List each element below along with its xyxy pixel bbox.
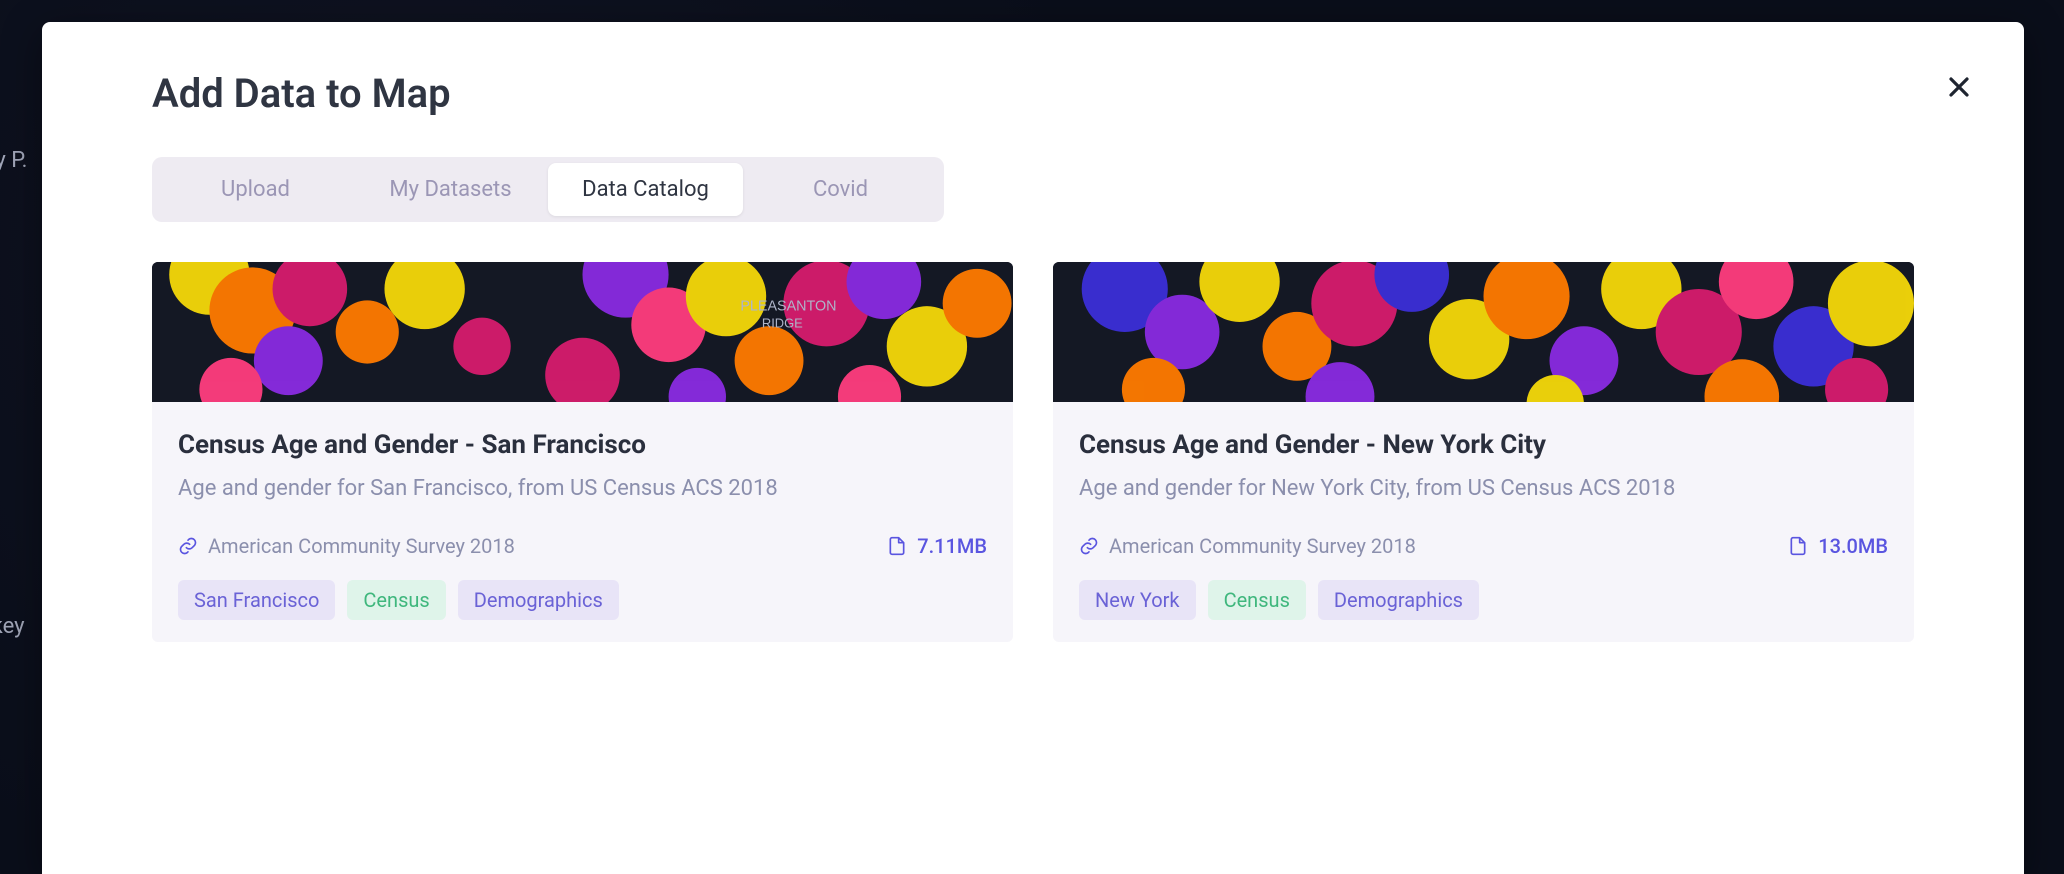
tab-covid[interactable]: Covid — [743, 163, 938, 216]
dataset-thumbnail — [1053, 262, 1914, 402]
dataset-size: 13.0MB — [1788, 534, 1888, 558]
dataset-tags: San Francisco Census Demographics — [178, 580, 987, 620]
dataset-source: American Community Survey 2018 — [178, 534, 515, 558]
dataset-card-body: Census Age and Gender - New York City Ag… — [1053, 402, 1914, 642]
modal-title: Add Data to Map — [152, 70, 1914, 117]
close-icon — [1947, 75, 1971, 99]
dataset-description: Age and gender for San Francisco, from U… — [178, 472, 987, 506]
dataset-title: Census Age and Gender - New York City — [1079, 430, 1888, 460]
tab-upload[interactable]: Upload — [158, 163, 353, 216]
dataset-description: Age and gender for New York City, from U… — [1079, 472, 1888, 506]
dataset-source: American Community Survey 2018 — [1079, 534, 1416, 558]
background-label: ly P. — [0, 148, 27, 173]
dataset-meta: American Community Survey 2018 7.11MB — [178, 534, 987, 558]
dataset-meta: American Community Survey 2018 13.0MB — [1079, 534, 1888, 558]
dataset-size: 7.11MB — [887, 534, 987, 558]
tag[interactable]: New York — [1079, 580, 1196, 620]
dataset-card-body: Census Age and Gender - San Francisco Ag… — [152, 402, 1013, 642]
tab-bar: Upload My Datasets Data Catalog Covid — [152, 157, 944, 222]
tag[interactable]: Demographics — [1318, 580, 1479, 620]
dataset-thumbnail: PLEASANTON RIDGE — [152, 262, 1013, 402]
tag[interactable]: Census — [1208, 580, 1306, 620]
link-icon — [178, 536, 198, 556]
svg-text:RIDGE: RIDGE — [762, 316, 803, 331]
close-button[interactable] — [1942, 70, 1976, 104]
heatmap-thumbnail-icon: PLEASANTON RIDGE — [152, 262, 1013, 402]
file-icon — [887, 536, 907, 556]
dataset-size-label: 7.11MB — [917, 534, 987, 558]
dataset-card-list: PLEASANTON RIDGE Census Age and Gender -… — [152, 262, 1914, 642]
svg-text:PLEASANTON: PLEASANTON — [740, 298, 836, 314]
file-icon — [1788, 536, 1808, 556]
tab-my-datasets[interactable]: My Datasets — [353, 163, 548, 216]
tag[interactable]: Demographics — [458, 580, 619, 620]
dataset-source-label: American Community Survey 2018 — [208, 534, 515, 558]
dataset-source-label: American Community Survey 2018 — [1109, 534, 1416, 558]
background-label: ekey — [0, 614, 25, 639]
dataset-title: Census Age and Gender - San Francisco — [178, 430, 987, 460]
add-data-modal: Add Data to Map Upload My Datasets Data … — [42, 22, 2024, 874]
tag[interactable]: San Francisco — [178, 580, 335, 620]
dataset-size-label: 13.0MB — [1818, 534, 1888, 558]
tab-data-catalog[interactable]: Data Catalog — [548, 163, 743, 216]
dataset-card[interactable]: PLEASANTON RIDGE Census Age and Gender -… — [152, 262, 1013, 642]
heatmap-thumbnail-icon — [1053, 262, 1914, 402]
dataset-tags: New York Census Demographics — [1079, 580, 1888, 620]
link-icon — [1079, 536, 1099, 556]
tag[interactable]: Census — [347, 580, 445, 620]
dataset-card[interactable]: Census Age and Gender - New York City Ag… — [1053, 262, 1914, 642]
